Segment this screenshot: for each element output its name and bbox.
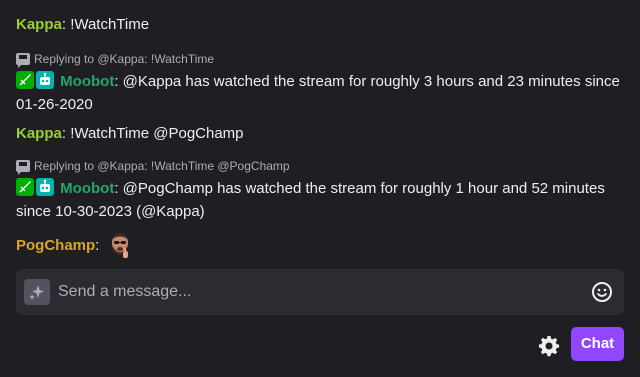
bot-robot-icon[interactable] <box>36 178 54 196</box>
username[interactable]: PogChamp <box>16 237 95 254</box>
message-separator: : <box>61 16 71 33</box>
bot-robot-icon[interactable] <box>36 71 54 89</box>
username[interactable]: Moobot <box>60 180 114 197</box>
message-separator: : <box>114 73 123 90</box>
reply-header-text: Replying to @Kappa: !WatchTime <box>34 52 215 66</box>
chat-message: Moobot: @Kappa has watched the stream fo… <box>16 70 628 116</box>
chat-message: PogChamp: <box>16 231 628 259</box>
chat-send-button[interactable]: Chat <box>571 327 624 361</box>
chat-message: Moobot: @PogChamp has watched the stream… <box>16 177 628 223</box>
reply-icon <box>16 160 30 175</box>
chat-input-container[interactable] <box>16 269 624 315</box>
reply-header[interactable]: Replying to @Kappa: !WatchTime @PogChamp <box>16 158 290 175</box>
username[interactable]: Kappa <box>16 16 62 33</box>
message-separator: : <box>61 125 71 142</box>
reply-header[interactable]: Replying to @Kappa: !WatchTime <box>16 51 215 68</box>
chat-message-input[interactable] <box>58 277 578 307</box>
sparkle-icon[interactable] <box>24 279 50 305</box>
message-separator: : <box>95 237 104 254</box>
moderator-sword-icon[interactable] <box>16 71 34 89</box>
message-separator: : <box>114 180 123 197</box>
chat-message-list: Kappa: !WatchTime Replying to @Kappa: !W… <box>0 0 640 262</box>
pogchamp-emote[interactable] <box>108 231 132 259</box>
chat-message: Kappa: !WatchTime @PogChamp <box>16 122 628 145</box>
reply-icon <box>16 53 30 68</box>
username[interactable]: Moobot <box>60 73 114 90</box>
chat-message: Kappa: !WatchTime <box>16 13 628 36</box>
username[interactable]: Kappa <box>16 125 62 142</box>
message-text: !WatchTime @PogChamp <box>70 125 244 142</box>
moderator-sword-icon[interactable] <box>16 178 34 196</box>
emoji-smile-icon[interactable] <box>591 281 613 303</box>
message-text: !WatchTime <box>70 16 150 33</box>
reply-header-text: Replying to @Kappa: !WatchTime @PogChamp <box>34 159 290 173</box>
chat-panel: Kappa: !WatchTime Replying to @Kappa: !W… <box>0 0 640 377</box>
gear-icon[interactable] <box>537 334 561 358</box>
